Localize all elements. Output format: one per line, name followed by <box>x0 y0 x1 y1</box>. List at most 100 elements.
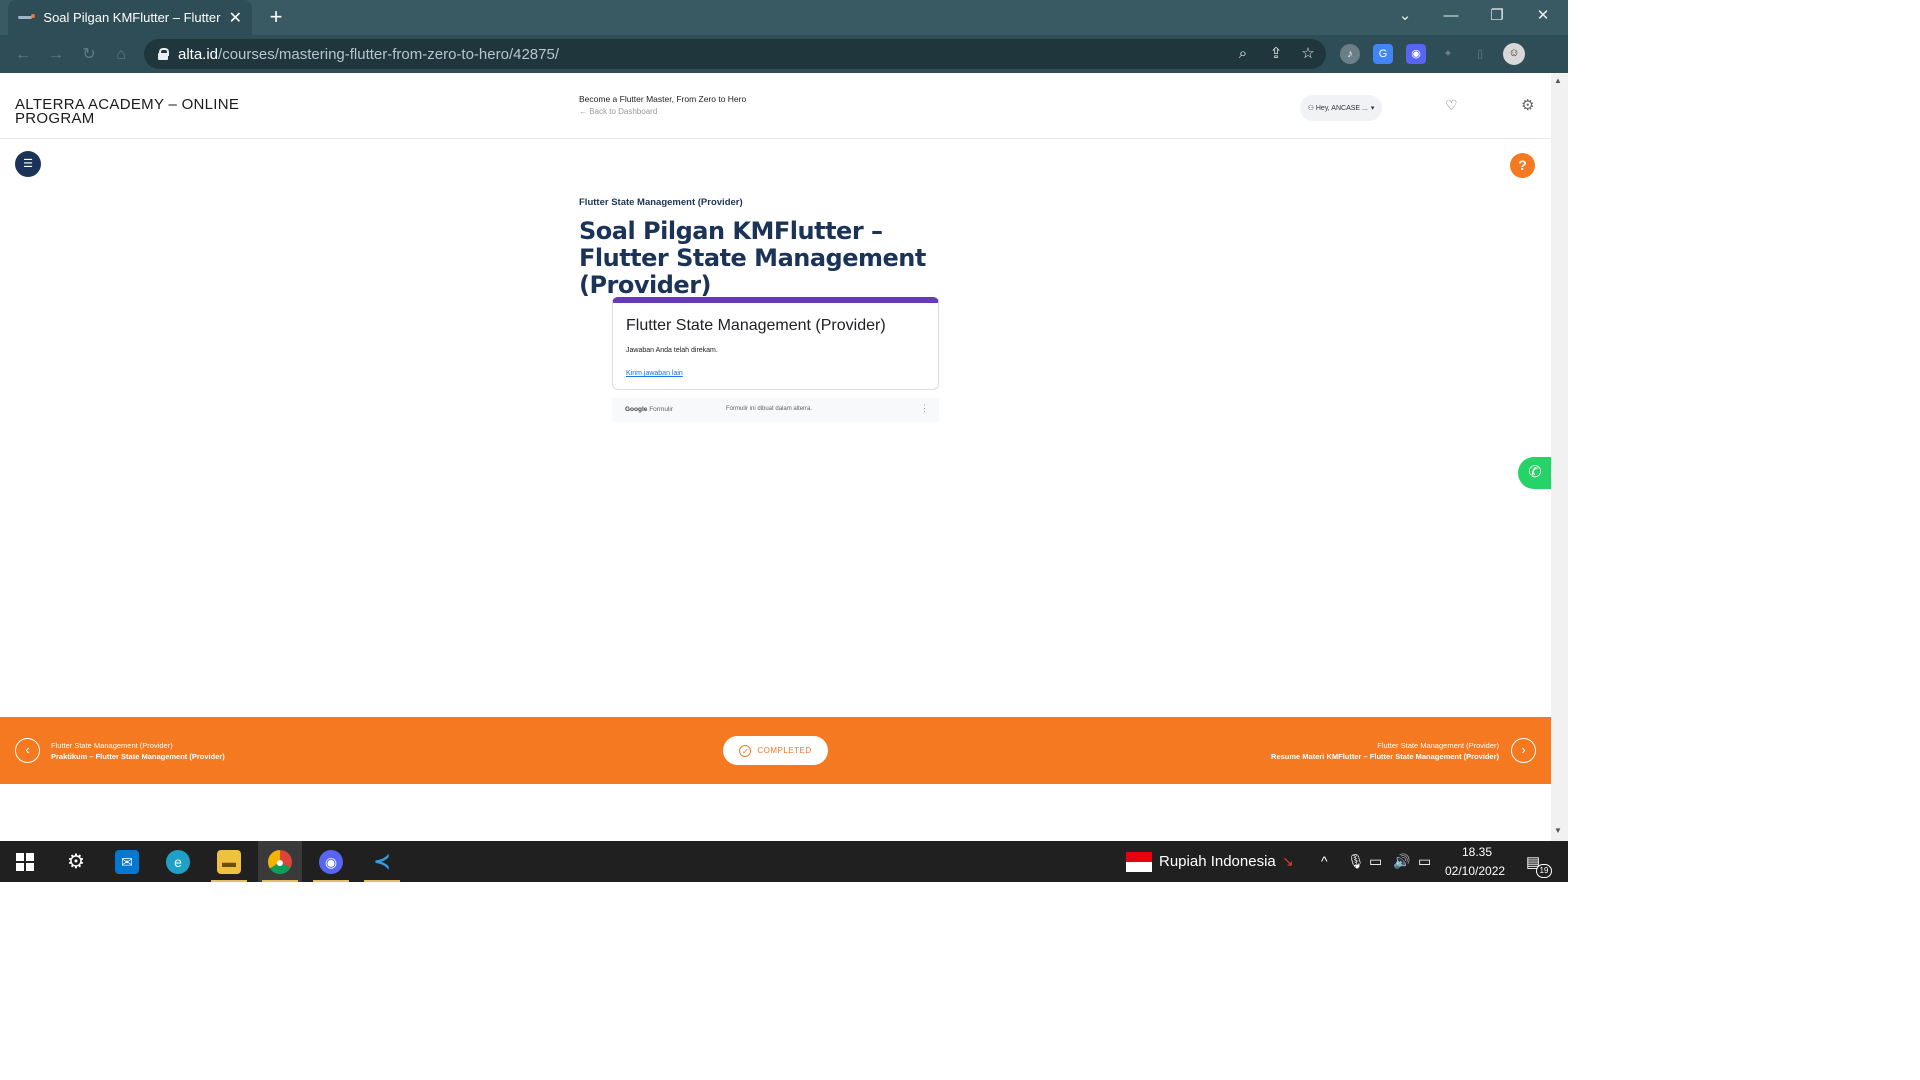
curriculum-menu-button[interactable]: ☰ <box>15 151 41 177</box>
taskbar-settings[interactable]: ⚙ <box>54 841 98 882</box>
lesson-section-label: Flutter State Management (Provider) <box>579 197 743 208</box>
user-menu-button[interactable]: ⚇ Hey, ANCASE ... ▾ <box>1300 95 1382 121</box>
previous-lesson-link[interactable]: Praktikum – Flutter State Management (Pr… <box>51 752 225 761</box>
chrome-icon: ● <box>268 849 292 874</box>
screen: Soal Pilgan KMFlutter – Flutter State Ma… <box>0 0 1568 882</box>
running-indicator <box>262 880 298 882</box>
lesson-title: Soal Pilgan KMFlutter – Flutter State Ma… <box>579 217 926 299</box>
bookmark-star-icon[interactable]: ☆ <box>1299 45 1317 63</box>
list-icon: ☰ <box>23 158 33 170</box>
new-tab-button[interactable]: + <box>262 4 290 32</box>
user-icon: ⚇ <box>1307 105 1314 112</box>
extensions-puzzle-icon[interactable]: ✦ <box>1438 44 1458 64</box>
clock-date[interactable]: 02/10/2022 <box>1445 864 1505 878</box>
submit-another-response-link[interactable]: Kirim jawaban lain <box>626 370 683 377</box>
user-greeting: Hey, ANCASE ... <box>1315 104 1368 112</box>
help-question-button[interactable]: ? <box>1510 153 1535 178</box>
alterra-favicon-icon <box>18 13 35 23</box>
whatsapp-icon: ✆ <box>1528 464 1542 481</box>
close-tab-icon[interactable]: ✕ <box>229 8 242 28</box>
translate-extension-icon[interactable]: G <box>1373 44 1393 64</box>
taskbar-file-explorer[interactable]: ▬ <box>207 841 251 882</box>
url-host: alta.id <box>178 45 219 63</box>
minimize-button[interactable]: — <box>1428 0 1474 32</box>
volume-icon[interactable]: 🔊 <box>1393 853 1410 870</box>
folder-icon: ▬ <box>217 849 241 874</box>
completed-label: COMPLETED <box>757 746 812 755</box>
next-lesson-section: Flutter State Management (Provider) <box>1377 741 1499 750</box>
trend-down-icon: ↘ <box>1282 853 1294 869</box>
back-arrow-icon[interactable]: ← <box>12 44 34 66</box>
chevron-down-icon: ▾ <box>1370 105 1375 112</box>
site-logo-text[interactable]: ALTERRA ACADEMY – ONLINE PROGRAM <box>15 97 275 126</box>
browser-tabstrip: Soal Pilgan KMFlutter – Flutter State Ma… <box>0 0 1568 35</box>
reload-icon[interactable]: ↻ <box>78 44 100 66</box>
lesson-navigation-bar: ‹ Flutter State Management (Provider) Pr… <box>0 717 1551 784</box>
settings-gear-icon: ⚙ <box>67 850 85 873</box>
running-indicator <box>211 880 247 882</box>
windows-taskbar: ⚙ ✉ e ▬ ● ◉ ≺ <box>0 841 1568 882</box>
taskbar-vscode[interactable]: ≺ <box>360 841 404 882</box>
windows-logo-icon <box>16 852 34 871</box>
google-form-card: Flutter State Management (Provider) Jawa… <box>612 297 939 390</box>
restore-button[interactable]: ❐ <box>1474 0 1520 32</box>
lock-icon <box>158 48 169 60</box>
completed-status-button[interactable]: ✓ COMPLETED <box>723 736 828 765</box>
tab-title: Soal Pilgan KMFlutter – Flutter State Ma… <box>43 10 222 25</box>
check-circle-icon: ✓ <box>739 744 752 757</box>
previous-lesson-arrow-icon[interactable]: ‹ <box>15 738 40 763</box>
network-icon[interactable]: ▭ <box>1418 853 1431 870</box>
browser-toolbar: ← → ↻ ⌂ alta.id/courses/mastering-flutte… <box>0 35 1568 73</box>
discord-icon: ◉ <box>319 849 343 874</box>
address-bar[interactable]: alta.id/courses/mastering-flutter-from-z… <box>144 39 1326 69</box>
share-icon[interactable]: ⇪ <box>1267 45 1285 63</box>
music-extension-icon[interactable]: ♪ <box>1340 44 1360 64</box>
side-panel-icon[interactable]: ▯ <box>1470 44 1490 64</box>
microphone-icon[interactable]: 🎙 <box>1347 853 1365 870</box>
running-indicator <box>313 880 349 882</box>
scroll-down-arrow-icon[interactable]: ▼ <box>1554 826 1562 835</box>
whatsapp-chat-button[interactable]: ✆ <box>1518 457 1552 489</box>
taskbar-chrome[interactable]: ● <box>258 841 302 882</box>
next-lesson-link[interactable]: Resume Materi KMFlutter – Flutter State … <box>1271 752 1499 761</box>
start-button[interactable] <box>3 841 47 882</box>
previous-lesson-section: Flutter State Management (Provider) <box>51 741 173 750</box>
taskbar-discord[interactable]: ◉ <box>309 841 353 882</box>
page-scrollbar[interactable] <box>1551 73 1568 841</box>
google-form-footer: Google Formulir Formulir ini dibuat dala… <box>612 398 939 422</box>
taskbar-edge[interactable]: e <box>156 841 200 882</box>
clock-time[interactable]: 18.35 <box>1462 845 1492 859</box>
wishlist-heart-icon[interactable]: ♡ <box>1445 97 1458 114</box>
taskbar-mail[interactable]: ✉ <box>105 841 149 882</box>
edge-browser-icon: e <box>166 849 190 874</box>
google-forms-logo[interactable]: Google Formulir <box>625 406 673 413</box>
tab-search-button[interactable]: ⌄ <box>1382 0 1428 32</box>
vscode-icon: ≺ <box>373 850 391 873</box>
currency-widget-label[interactable]: Rupiah Indonesia <box>1159 853 1276 870</box>
form-title: Flutter State Management (Provider) <box>626 317 886 334</box>
url-path: /courses/mastering-flutter-from-zero-to-… <box>218 45 559 63</box>
google-forms-logo-bold: Google <box>625 406 648 413</box>
forward-arrow-icon[interactable]: → <box>45 44 67 66</box>
next-lesson-arrow-icon[interactable]: › <box>1511 738 1536 763</box>
mail-icon: ✉ <box>115 849 139 874</box>
browser-tab[interactable]: Soal Pilgan KMFlutter – Flutter State Ma… <box>8 0 252 35</box>
settings-gear-icon[interactable]: ⚙ <box>1521 96 1534 114</box>
home-icon[interactable]: ⌂ <box>110 44 132 66</box>
back-to-dashboard-link[interactable]: ← Back to Dashboard <box>579 107 657 116</box>
google-forms-logo-text: Formulir <box>647 406 674 413</box>
zoom-icon[interactable]: ⌕ <box>1234 45 1252 63</box>
scroll-up-arrow-icon[interactable]: ▲ <box>1554 76 1562 85</box>
profile-avatar[interactable]: ☺ <box>1503 43 1525 65</box>
course-title: Become a Flutter Master, From Zero to He… <box>579 94 747 104</box>
close-window-button[interactable]: ✕ <box>1520 0 1566 32</box>
battery-icon[interactable]: ▭ <box>1369 853 1382 870</box>
indonesia-flag-icon <box>1126 852 1152 872</box>
notification-count-badge: 19 <box>1536 864 1552 878</box>
show-hidden-icons-chevron-icon[interactable]: ^ <box>1321 853 1328 869</box>
discord-extension-icon[interactable]: ◉ <box>1406 44 1426 64</box>
form-confirmation-message: Jawaban Anda telah direkam. <box>626 347 718 354</box>
form-created-note: Formulir ini dibuat dalam alterra. <box>726 406 813 412</box>
running-indicator <box>364 880 400 882</box>
more-options-icon[interactable]: ⋮ <box>920 403 929 414</box>
